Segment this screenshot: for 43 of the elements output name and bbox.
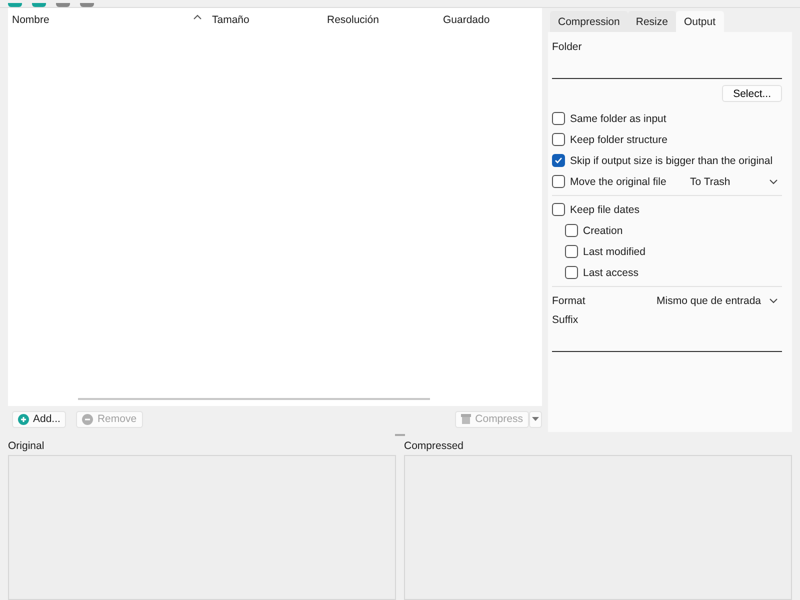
check-icon [554, 156, 563, 165]
option-label: Skip if output size is bigger than the original [570, 154, 773, 166]
scrollbar[interactable] [78, 398, 430, 400]
checkbox[interactable] [552, 133, 565, 146]
option-label: Last modified [583, 246, 646, 258]
add-button[interactable]: Add... [12, 410, 66, 428]
column-header[interactable]: Tamaño [212, 14, 250, 26]
splitter-handle[interactable] [395, 434, 405, 436]
tab[interactable]: Resize [628, 11, 676, 32]
trash-dropdown[interactable]: To Trash [690, 176, 782, 188]
option-label: Keep file dates [570, 204, 640, 216]
tab[interactable]: Compression [550, 11, 628, 32]
option-label: Last access [583, 266, 638, 278]
dropdown-button[interactable] [529, 410, 542, 428]
sort-icon [193, 14, 202, 20]
column-header[interactable]: Resolución [327, 14, 379, 26]
minus-icon [82, 414, 94, 424]
folder-label: Folder [552, 40, 583, 55]
preview-label: Original [8, 440, 46, 452]
checkbox[interactable] [552, 154, 565, 167]
option-label: Same folder as input [570, 112, 666, 124]
option-label: Keep folder structure [570, 134, 668, 146]
checkbox[interactable] [552, 203, 565, 216]
format-label: Format [552, 294, 586, 306]
checkbox[interactable] [565, 266, 578, 279]
select-button[interactable]: Select... [722, 85, 782, 102]
suffix-label: Suffix [552, 313, 580, 328]
column-header[interactable]: Guardado [443, 14, 490, 26]
tab[interactable]: Output [676, 11, 724, 32]
checkbox[interactable] [552, 112, 565, 125]
checkbox[interactable] [552, 175, 565, 188]
chevron-icon [769, 178, 778, 184]
archive-icon [461, 414, 472, 424]
chevron-icon [769, 298, 778, 304]
checkbox[interactable] [565, 224, 578, 237]
caret-icon [532, 417, 539, 421]
option-label: Creation [583, 224, 623, 236]
format-dropdown[interactable]: Mismo que de entrada [656, 294, 782, 306]
checkbox[interactable] [565, 245, 578, 258]
preview-label: Compressed [404, 440, 465, 452]
column-header[interactable]: Nombre [12, 14, 50, 26]
plus-icon [18, 414, 29, 424]
option-label: Move the original file [570, 176, 666, 188]
